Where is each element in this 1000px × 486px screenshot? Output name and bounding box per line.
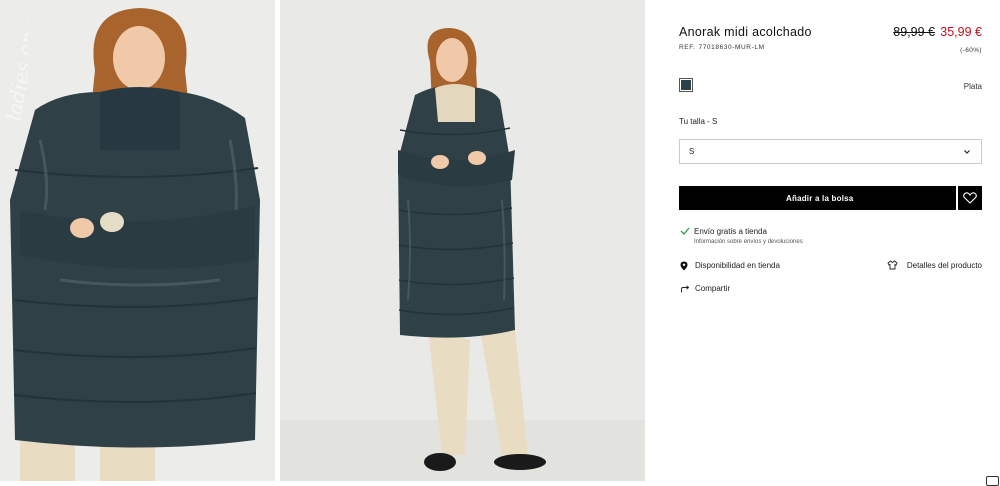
size-select[interactable]: S [679, 139, 982, 164]
reference-label: REF. [679, 44, 696, 51]
product-image-front[interactable]: ladies.on.us [0, 0, 275, 481]
reference-code: 77018630-MUR-LM [698, 44, 765, 51]
color-swatch-plata[interactable] [679, 78, 693, 92]
product-details-link[interactable]: Detalles del producto [907, 261, 982, 270]
size-label: Tu talla - S [679, 117, 718, 126]
hanger-icon [887, 260, 898, 270]
add-to-bag-button[interactable]: Añadir a la bolsa [679, 186, 956, 210]
share-link[interactable]: Compartir [695, 284, 730, 293]
chat-icon[interactable] [986, 476, 999, 486]
original-price: 89,99 € [893, 25, 935, 39]
location-pin-icon [680, 261, 688, 271]
size-select-value: S [689, 147, 695, 156]
share-icon [681, 285, 690, 293]
product-reference: REF. 77018630-MUR-LM [679, 44, 765, 51]
product-gallery: ladies.on.us [0, 0, 645, 481]
svg-text:ladies.on.us: ladies.on.us [4, 4, 28, 123]
free-shipping-title: Envío gratis a tienda [694, 227, 767, 236]
discount-badge: (-60%) [960, 47, 982, 54]
watermark-logo: ladies.on.us [4, 4, 28, 123]
chevron-down-icon [964, 150, 970, 154]
product-image-full[interactable] [280, 0, 645, 481]
product-photo-illustration [0, 0, 275, 481]
color-swatch-fill [681, 80, 691, 90]
favorite-button[interactable] [958, 186, 982, 210]
heart-icon [963, 192, 977, 204]
check-icon [680, 227, 690, 235]
product-info-panel: Anorak midi acolchado 89,99 € 35,99 € RE… [679, 0, 982, 481]
product-photo-illustration [280, 0, 645, 481]
shipping-info-link[interactable]: Información sobre envíos y devoluciones [694, 239, 803, 245]
product-title: Anorak midi acolchado [679, 25, 812, 39]
add-to-bag-label: Añadir a la bolsa [786, 194, 854, 203]
selected-color-name: Plata [963, 82, 982, 91]
sale-price: 35,99 € [940, 25, 982, 39]
store-availability-link[interactable]: Disponibilidad en tienda [695, 261, 780, 270]
